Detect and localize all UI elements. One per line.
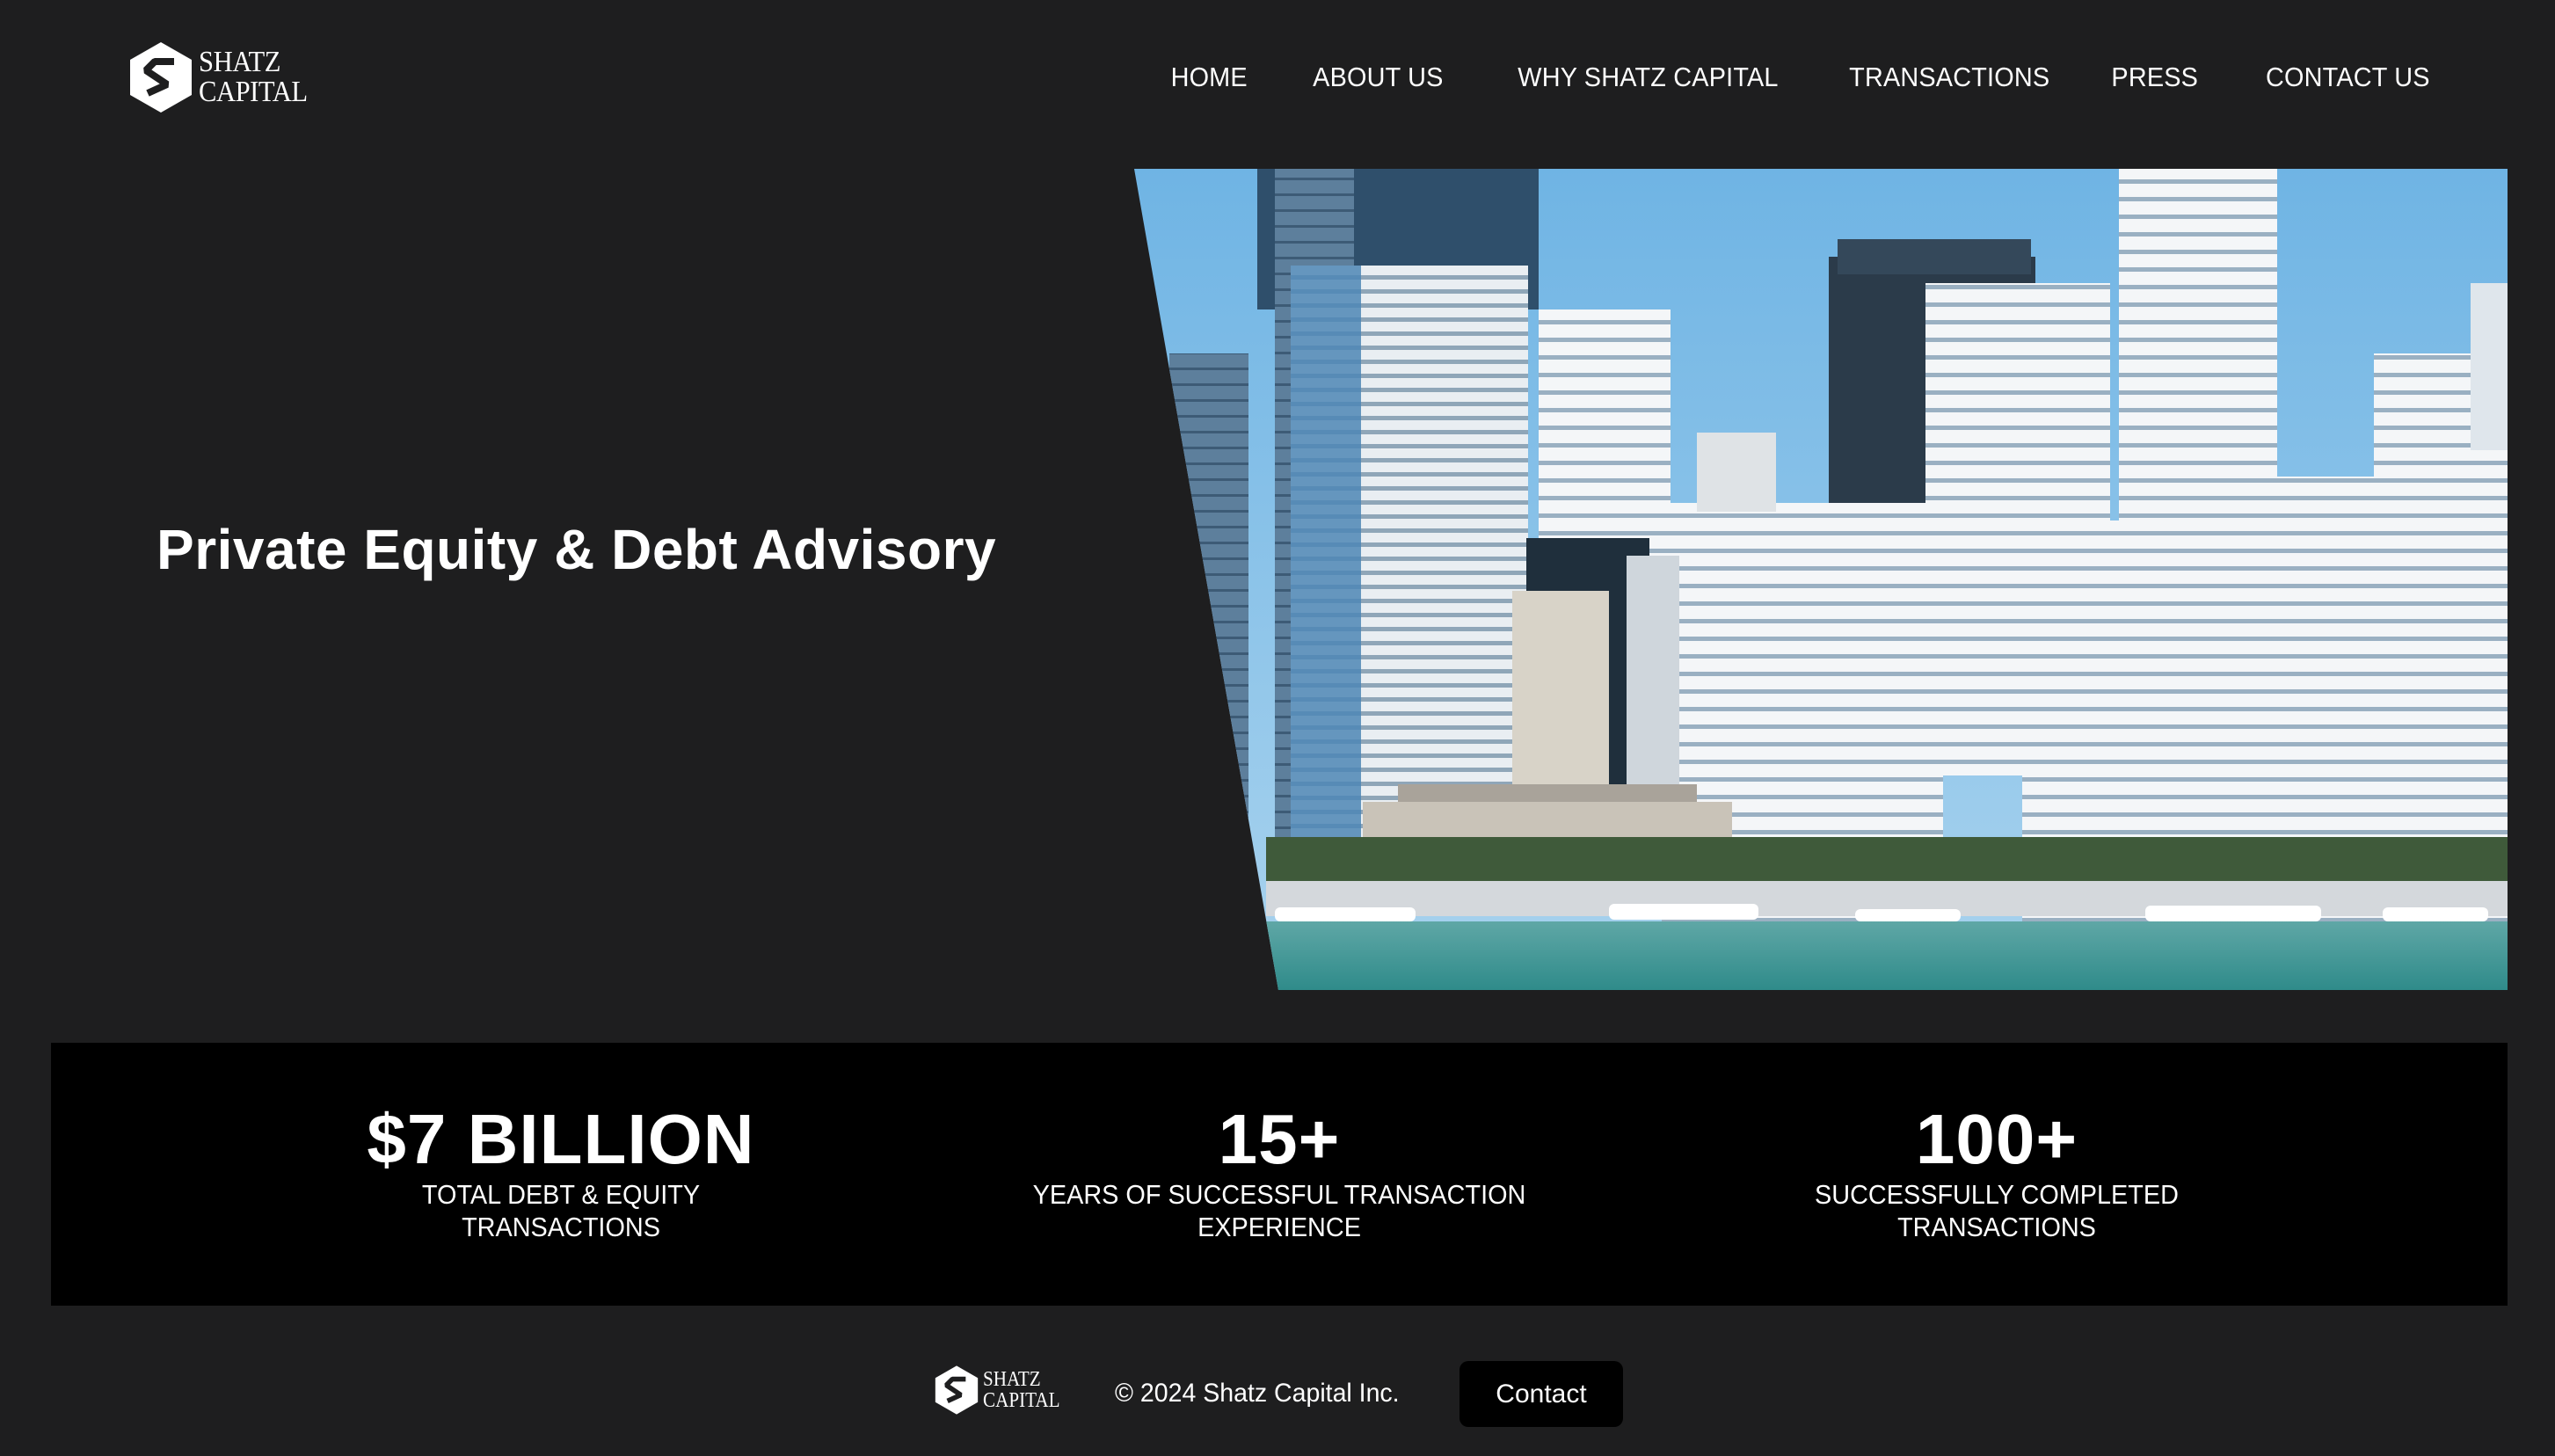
stat-value: 100+ bbox=[1915, 1100, 2078, 1178]
stat-label-line-1: SUCCESSFULLY COMPLETED bbox=[1815, 1179, 2179, 1210]
stat-label-line-2: TRANSACTIONS bbox=[462, 1212, 660, 1242]
nav-contact-us[interactable]: CONTACT US bbox=[2266, 62, 2430, 93]
stat-label-line-1: TOTAL DEBT & EQUITY bbox=[421, 1179, 701, 1210]
stat-label: YEARS OF SUCCESSFUL TRANSACTION EXPERIEN… bbox=[985, 1178, 1574, 1243]
footer-logo[interactable]: SHATZ CAPITAL bbox=[934, 1365, 1070, 1416]
footer-wordmark: SHATZ CAPITAL bbox=[983, 1369, 1059, 1411]
stat-label: TOTAL DEBT & EQUITY TRANSACTIONS bbox=[266, 1178, 855, 1243]
nav-home[interactable]: HOME bbox=[1171, 62, 1248, 93]
brand-line-2: CAPITAL bbox=[199, 76, 308, 108]
stat-label: SUCCESSFULLY COMPLETED TRANSACTIONS bbox=[1702, 1178, 2291, 1243]
main-nav: HOME ABOUT US WHY SHATZ CAPITAL TRANSACT… bbox=[1110, 62, 2430, 93]
shatz-logo-icon bbox=[130, 42, 192, 113]
nav-why-shatz-capital[interactable]: WHY SHATZ CAPITAL bbox=[1518, 62, 1779, 93]
stat-years-experience: 15+ YEARS OF SUCCESSFUL TRANSACTION EXPE… bbox=[963, 1101, 1596, 1243]
hero-skyline-image bbox=[1134, 169, 2508, 990]
stat-label-line-1: YEARS OF SUCCESSFUL TRANSACTION bbox=[1032, 1179, 1526, 1210]
brand-line-1: SHATZ bbox=[199, 46, 280, 78]
nav-press[interactable]: PRESS bbox=[2112, 62, 2199, 93]
stat-completed-transactions: 100+ SUCCESSFULLY COMPLETED TRANSACTIONS bbox=[1680, 1101, 2313, 1243]
stat-label-line-2: TRANSACTIONS bbox=[1897, 1212, 2096, 1242]
stats-band: $7 BILLION TOTAL DEBT & EQUITY TRANSACTI… bbox=[51, 1043, 2508, 1306]
nav-transactions[interactable]: TRANSACTIONS bbox=[1849, 62, 2049, 93]
nav-about-us[interactable]: ABOUT US bbox=[1313, 62, 1443, 93]
copyright-text: © 2024 Shatz Capital Inc. bbox=[1115, 1379, 1400, 1408]
footer-brand-line-2: CAPITAL bbox=[983, 1389, 1060, 1412]
contact-button[interactable]: Contact bbox=[1459, 1361, 1623, 1427]
footer-brand-line-1: SHATZ bbox=[983, 1368, 1041, 1391]
stat-value: $7 BILLION bbox=[367, 1100, 755, 1178]
brand-wordmark: SHATZ CAPITAL bbox=[199, 47, 308, 107]
stat-label-line-2: EXPERIENCE bbox=[1197, 1212, 1361, 1242]
brand-logo[interactable]: SHATZ CAPITAL bbox=[128, 40, 319, 114]
stat-total-transactions: $7 BILLION TOTAL DEBT & EQUITY TRANSACTI… bbox=[244, 1101, 877, 1243]
stat-value: 15+ bbox=[1218, 1100, 1341, 1178]
hero-title: Private Equity & Debt Advisory bbox=[157, 518, 997, 581]
shatz-logo-icon bbox=[935, 1365, 979, 1415]
